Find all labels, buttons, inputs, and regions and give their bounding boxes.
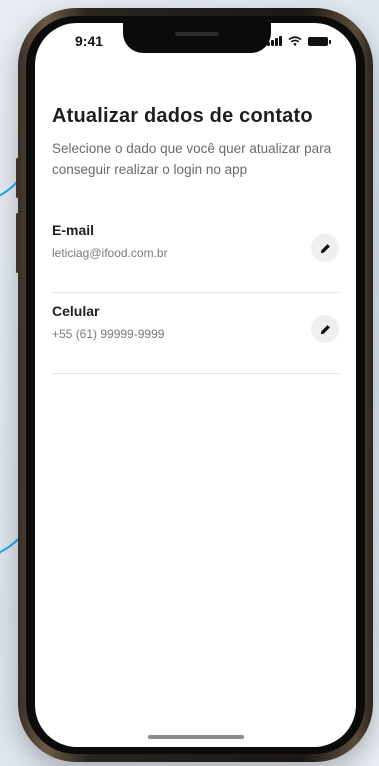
home-indicator[interactable] [148,735,244,739]
contact-row-phone[interactable]: Celular +55 (61) 99999-9999 [52,293,339,374]
contact-row-email[interactable]: E-mail leticiag@ifood.com.br [52,212,339,293]
status-icons [267,36,331,46]
pencil-icon [320,324,330,334]
signal-icon [267,36,282,46]
notch [123,23,271,53]
email-value: leticiag@ifood.com.br [52,246,168,260]
edit-email-button[interactable] [311,234,339,262]
app-screen: 9:41 Atualizar dados de contato Selecion… [35,23,356,747]
battery-icon [308,36,331,46]
phone-frame: 9:41 Atualizar dados de contato Selecion… [16,8,373,762]
phone-label: Celular [52,303,100,319]
email-label: E-mail [52,222,95,238]
phone-value: +55 (61) 99999-9999 [52,327,165,341]
wifi-icon [288,36,302,46]
main-content: Atualizar dados de contato Selecione o d… [52,105,356,374]
page-subtitle: Selecione o dado que você quer atualizar… [52,141,332,177]
edit-phone-button[interactable] [311,315,339,343]
status-time: 9:41 [75,33,104,49]
side-button [16,158,19,198]
pencil-icon [320,243,330,253]
page-title: Atualizar dados de contato [52,105,313,127]
side-button [16,213,19,273]
